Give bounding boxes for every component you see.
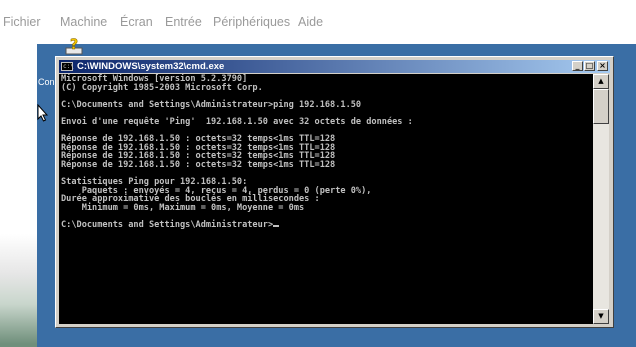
console-line: C:\Documents and Settings\Administrateur…: [61, 99, 362, 110]
console-line: Envoi d'une requête 'Ping' 192.168.1.50 …: [61, 116, 413, 127]
menu-ecran[interactable]: Écran: [120, 15, 153, 29]
text-cursor: [273, 225, 280, 228]
vertical-scrollbar[interactable]: ▲ ▼: [593, 74, 609, 324]
console-prompt: C:\Documents and Settings\Administrateur…: [61, 220, 274, 231]
console-icon[interactable]: c:\: [61, 62, 74, 71]
mouse-pointer-icon: [37, 103, 49, 122]
console-output[interactable]: Microsoft Windows [version 5.2.3790] (C)…: [59, 74, 593, 324]
console-line: (C) Copyright 1985-2003 Microsoft Corp.: [61, 82, 263, 93]
console-line: Réponse de 192.168.1.50 : octets=32 temp…: [61, 159, 336, 170]
console-lines: Microsoft Windows [version 5.2.3790] (C)…: [61, 74, 413, 213]
menu-aide[interactable]: Aide: [298, 15, 323, 29]
minimize-button[interactable]: _: [572, 61, 583, 71]
help-icon[interactable]: ?: [63, 34, 85, 56]
menu-peripheriques[interactable]: Périphériques: [213, 15, 290, 29]
host-background: [0, 44, 37, 347]
console-line: Minimum = 0ms, Maximum = 0ms, Moyenne = …: [81, 202, 305, 213]
maximize-button[interactable]: □: [584, 61, 595, 71]
svg-text:?: ?: [70, 37, 78, 53]
title-bar[interactable]: c:\ C:\WINDOWS\system32\cmd.exe _ □ ×: [59, 60, 610, 73]
console-text: Microsoft Windows [version 5.2.3790] (C)…: [59, 74, 593, 230]
vm-menubar: Fichier Machine Écran Entrée Périphériqu…: [0, 0, 636, 44]
cmd-window[interactable]: c:\ C:\WINDOWS\system32\cmd.exe _ □ × Mi…: [55, 56, 614, 328]
scroll-up-button[interactable]: ▲: [593, 74, 609, 89]
menu-machine[interactable]: Machine: [60, 15, 107, 29]
window-title: C:\WINDOWS\system32\cmd.exe: [77, 61, 225, 72]
scroll-down-button[interactable]: ▼: [593, 309, 609, 324]
menu-entree[interactable]: Entrée: [165, 15, 202, 29]
close-button[interactable]: ×: [597, 61, 608, 71]
desktop-icon-label[interactable]: Con: [38, 77, 55, 87]
scroll-thumb[interactable]: [593, 89, 609, 124]
menu-fichier[interactable]: Fichier: [3, 15, 41, 29]
